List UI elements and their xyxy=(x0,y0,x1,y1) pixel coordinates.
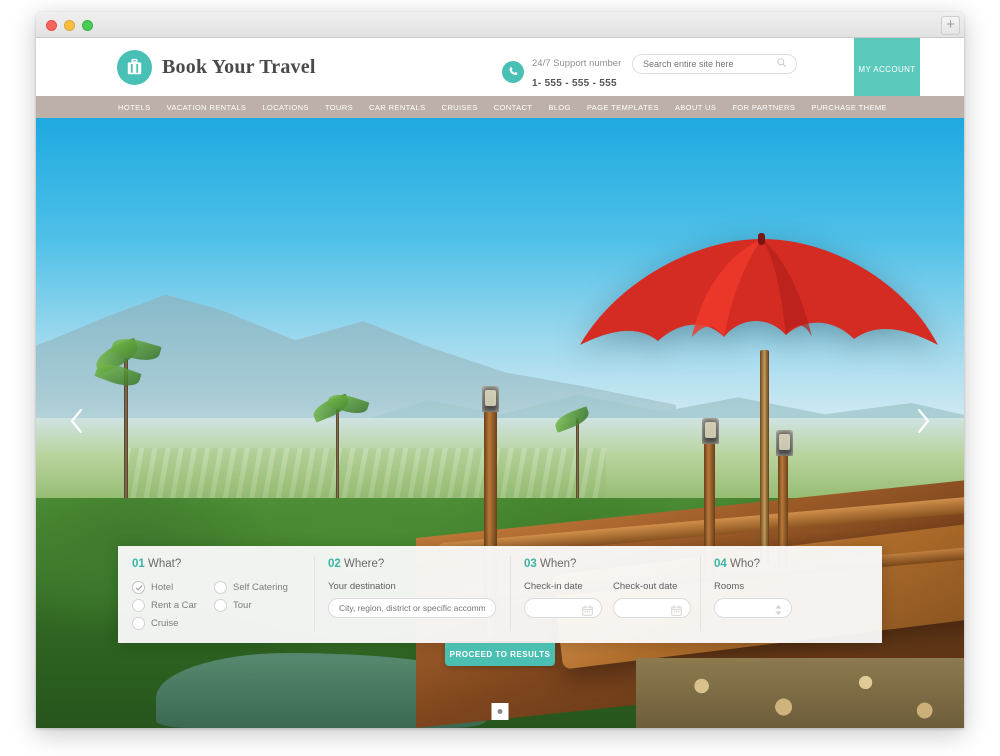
nav-item-hotels[interactable]: HOTELS xyxy=(118,103,150,112)
checkout-field[interactable] xyxy=(613,598,691,618)
chevron-right-icon xyxy=(915,408,931,439)
step-who-label: Who? xyxy=(730,558,761,570)
step-where-number: 02 xyxy=(328,558,341,570)
nav-item-locations[interactable]: LOCATIONS xyxy=(262,103,308,112)
browser-titlebar: + xyxy=(36,12,964,38)
radio-check-icon xyxy=(132,581,145,594)
radio-option-rent-a-car[interactable]: Rent a Car xyxy=(132,599,214,612)
phone-icon xyxy=(502,61,524,83)
main-navigation: HOTELS VACATION RENTALS LOCATIONS TOURS … xyxy=(36,96,964,118)
step-when-label: When? xyxy=(540,558,577,570)
browser-tabstrip xyxy=(36,12,964,38)
radio-label-hotel: Hotel xyxy=(151,582,174,593)
rooms-field[interactable] xyxy=(714,598,792,618)
checkout-group: Check-out date xyxy=(613,581,691,618)
nav-item-car-rentals[interactable]: CAR RENTALS xyxy=(369,103,425,112)
maximize-window-button[interactable] xyxy=(82,20,93,31)
stepper-updown-icon[interactable] xyxy=(774,603,783,621)
radio-option-tour[interactable]: Tour xyxy=(214,599,314,612)
close-window-button[interactable] xyxy=(46,20,57,31)
dot-icon xyxy=(497,709,503,714)
calendar-icon[interactable] xyxy=(671,603,682,621)
nav-item-tours[interactable]: TOURS xyxy=(325,103,353,112)
step-who-number: 04 xyxy=(714,558,727,570)
booking-step-when: 03 When? Check-in date Check-out date xyxy=(510,546,700,643)
checkout-label: Check-out date xyxy=(613,581,678,592)
window-controls xyxy=(46,20,93,31)
nav-item-vacation-rentals[interactable]: VACATION RENTALS xyxy=(166,103,246,112)
search-input[interactable] xyxy=(633,55,768,73)
radio-label-tour: Tour xyxy=(233,600,252,611)
step-when-title: 03 When? xyxy=(524,558,700,570)
radio-option-hotel[interactable]: Hotel xyxy=(132,581,214,594)
support-label: 24/7 Support number xyxy=(532,58,622,69)
destination-input[interactable] xyxy=(329,599,495,617)
brand-name: Book Your Travel xyxy=(162,56,316,78)
search-icon[interactable] xyxy=(776,55,787,73)
what-options: Hotel Self Catering Rent a Car Tour Crui… xyxy=(132,581,314,630)
nav-item-purchase-theme[interactable]: PURCHASE THEME xyxy=(811,103,887,112)
radio-dot-icon xyxy=(132,599,145,612)
checkin-field[interactable] xyxy=(524,598,602,618)
red-umbrella xyxy=(572,233,952,383)
slider-next-button[interactable] xyxy=(908,403,938,443)
nav-item-for-partners[interactable]: FOR PARTNERS xyxy=(732,103,795,112)
proceed-to-results-button[interactable]: PROCEED TO RESULTS xyxy=(445,643,555,666)
nav-item-about-us[interactable]: ABOUT US xyxy=(675,103,716,112)
destination-field[interactable] xyxy=(328,598,496,618)
step-where-label: Where? xyxy=(344,558,385,570)
radio-dot-icon xyxy=(132,617,145,630)
radio-option-self-catering[interactable]: Self Catering xyxy=(214,581,314,594)
step-what-number: 01 xyxy=(132,558,145,570)
site-logo[interactable]: Book Your Travel xyxy=(117,50,316,85)
slider-pager-dot[interactable] xyxy=(491,703,509,720)
calendar-icon[interactable] xyxy=(582,603,593,621)
step-what-label: What? xyxy=(148,558,182,570)
radio-dot-icon xyxy=(214,599,227,612)
hero-slider: 01 What? Hotel Self Catering Rent a Car … xyxy=(36,118,964,728)
booking-step-where: 02 Where? Your destination xyxy=(314,546,510,643)
site-search[interactable] xyxy=(632,54,797,74)
checkin-group: Check-in date xyxy=(524,581,602,618)
nav-item-blog[interactable]: BLOG xyxy=(548,103,571,112)
minimize-window-button[interactable] xyxy=(64,20,75,31)
browser-window: + Book Your Travel 24/7 Support number 1… xyxy=(36,12,964,728)
checkin-label: Check-in date xyxy=(524,581,583,592)
radio-label-rent-a-car: Rent a Car xyxy=(151,600,197,611)
destination-label: Your destination xyxy=(328,581,396,592)
radio-label-cruise: Cruise xyxy=(151,618,179,629)
booking-search-form: 01 What? Hotel Self Catering Rent a Car … xyxy=(118,546,882,666)
support-info: 24/7 Support number 1- 555 - 555 - 555 xyxy=(502,52,621,92)
chevron-left-icon xyxy=(69,408,85,439)
support-number: 1- 555 - 555 - 555 xyxy=(532,78,617,89)
my-account-label: MY ACCOUNT xyxy=(858,65,916,74)
step-what-title: 01 What? xyxy=(132,558,314,570)
step-where-title: 02 Where? xyxy=(328,558,510,570)
site-header: Book Your Travel 24/7 Support number 1- … xyxy=(36,38,964,114)
page-viewport: Book Your Travel 24/7 Support number 1- … xyxy=(36,38,964,728)
radio-label-self-catering: Self Catering xyxy=(233,582,288,593)
booking-step-what: 01 What? Hotel Self Catering Rent a Car … xyxy=(118,546,314,643)
nav-item-contact[interactable]: CONTACT xyxy=(494,103,533,112)
nav-item-page-templates[interactable]: PAGE TEMPLATES xyxy=(587,103,659,112)
step-who-title: 04 Who? xyxy=(714,558,882,570)
booking-step-who: 04 Who? Rooms xyxy=(700,546,882,643)
nav-item-cruises[interactable]: CRUISES xyxy=(442,103,478,112)
rooms-label: Rooms xyxy=(714,581,745,592)
step-when-number: 03 xyxy=(524,558,537,570)
radio-option-cruise[interactable]: Cruise xyxy=(132,617,214,630)
suitcase-icon xyxy=(117,50,152,85)
new-tab-button[interactable]: + xyxy=(941,16,960,35)
radio-dot-icon xyxy=(214,581,227,594)
nav-list: HOTELS VACATION RENTALS LOCATIONS TOURS … xyxy=(36,96,964,118)
slider-prev-button[interactable] xyxy=(62,403,92,443)
